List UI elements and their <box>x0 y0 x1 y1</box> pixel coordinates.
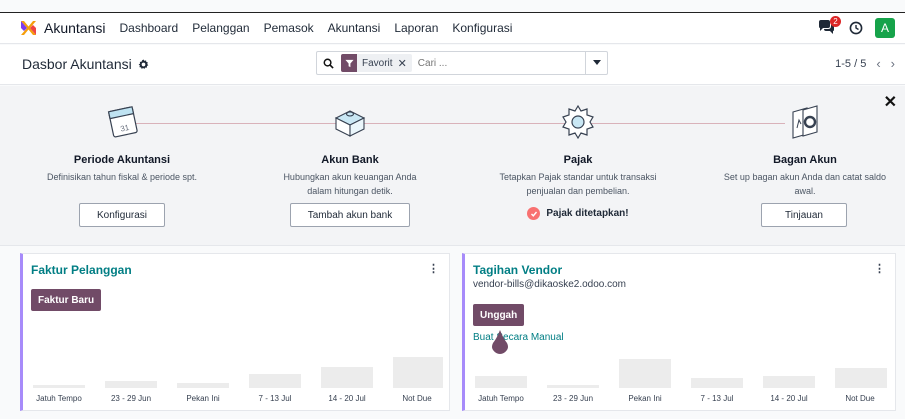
vendor-chart-axis: Jatuh Tempo 23 - 29 Jun Pekan Ini 7 - 13… <box>471 394 887 408</box>
review-coa-button[interactable]: Tinjauan <box>761 203 847 227</box>
customer-chart-axis: Jatuh Tempo 23 - 29 Jun Pekan Ini 7 - 13… <box>29 394 441 408</box>
pager-next-button[interactable]: › <box>891 56 895 71</box>
step-title-bank: Akun Bank <box>321 154 379 166</box>
vendor-bills-chart[interactable] <box>471 350 887 388</box>
journal-title-customer[interactable]: Faktur Pelanggan <box>31 263 132 277</box>
step-title-tax: Pajak <box>563 154 593 166</box>
chart-tick: Jatuh Tempo <box>36 394 82 403</box>
onboarding-connector-line <box>125 123 785 124</box>
chart-bar-week3 <box>249 374 301 388</box>
control-panel: Dasbor Akuntansi Favorit ✕ 1-5 / 5 ‹ › <box>0 45 905 85</box>
chart-bar-week4 <box>763 376 815 388</box>
customer-invoices-chart[interactable] <box>29 350 443 388</box>
tax-done-status: Pajak ditetapkan! <box>478 207 678 220</box>
chart-tick: 23 - 29 Jun <box>552 394 594 403</box>
step-desc-fiscal: Definisikan tahun fiskal & periode spt. <box>46 172 198 182</box>
kebab-menu-icon[interactable]: ⋮ <box>428 262 439 275</box>
gear-icon[interactable] <box>138 58 149 70</box>
menu-dashboard[interactable]: Dashboard <box>119 21 178 35</box>
page-title-wrap: Dasbor Akuntansi <box>22 56 149 72</box>
chart-tick: Pekan Ini <box>628 394 662 403</box>
configure-fiscal-button[interactable]: Konfigurasi <box>79 203 165 227</box>
create-manually-link[interactable]: Buat Secara Manual <box>473 332 564 343</box>
chart-bar-week1 <box>105 381 157 388</box>
facet-remove-icon[interactable]: ✕ <box>398 57 412 70</box>
menu-konfigurasi[interactable]: Konfigurasi <box>452 21 512 35</box>
search-bar: Favorit ✕ <box>316 51 608 75</box>
app-logo-icon[interactable] <box>20 20 36 36</box>
top-navbar: Akuntansi Dashboard Pelanggan Pemasok Ak… <box>0 12 905 44</box>
tax-done-label: Pajak ditetapkan! <box>546 208 629 219</box>
puzzle-icon <box>334 110 366 137</box>
onboarding-panel: ✕ 31 Periode Akuntansi Definisikan tahun… <box>0 86 905 246</box>
document-chart-icon <box>792 105 818 139</box>
pager-value[interactable]: 1-5 / 5 <box>835 58 866 70</box>
chat-badge: 2 <box>830 16 841 27</box>
menu-laporan[interactable]: Laporan <box>394 21 438 35</box>
pager: 1-5 / 5 ‹ › <box>835 56 895 71</box>
chart-tick: 7 - 13 Jul <box>258 394 292 403</box>
facet-label: Favorit <box>362 57 393 69</box>
chart-tick: 7 - 13 Jul <box>700 394 734 403</box>
journal-title-vendor[interactable]: Tagihan Vendor <box>473 263 562 277</box>
new-invoice-button[interactable]: Faktur Baru <box>31 289 102 311</box>
filter-icon <box>341 54 357 72</box>
chart-tick: 14 - 20 Jul <box>770 394 808 403</box>
close-onboarding-icon[interactable]: ✕ <box>884 92 897 112</box>
chart-bar-week4 <box>321 367 373 388</box>
pager-previous-button[interactable]: ‹ <box>876 56 880 71</box>
vendor-bills-email: vendor-bills@dikaoske2.odoo.com <box>473 279 627 290</box>
journal-card-vendor-bills: Tagihan Vendor ⋮ vendor-bills@dikaoske2.… <box>462 253 896 411</box>
chart-bar-overdue <box>33 385 85 388</box>
chart-bar-week3 <box>691 378 743 388</box>
chat-button[interactable]: 2 <box>817 16 841 37</box>
chart-tick: Not Due <box>845 394 875 403</box>
add-bank-account-button[interactable]: Tambah akun bank <box>290 203 410 227</box>
user-avatar[interactable]: A <box>875 18 895 38</box>
chart-tick: 14 - 20 Jul <box>328 394 366 403</box>
check-circle-icon <box>527 207 541 220</box>
menu-pemasok[interactable]: Pemasok <box>264 21 314 35</box>
chart-bar-not-due <box>393 357 443 388</box>
menu-pelanggan[interactable]: Pelanggan <box>192 21 249 35</box>
search-toggle-button[interactable] <box>585 52 607 74</box>
chart-bar-overdue <box>475 376 527 388</box>
chart-tick: Pekan Ini <box>186 394 220 403</box>
step-desc-bank: Hubungkan akun keuangan Anda dalam hitun… <box>283 172 417 196</box>
chart-bar-this-week <box>177 383 229 388</box>
gear-icon <box>562 104 594 140</box>
kebab-menu-icon[interactable]: ⋮ <box>874 262 885 275</box>
chart-bar-this-week <box>619 359 671 388</box>
search-icon[interactable] <box>317 58 339 69</box>
chart-tick: Jatuh Tempo <box>478 394 524 403</box>
step-title-coa: Bagan Akun <box>773 154 837 166</box>
caret-down-icon <box>592 60 601 65</box>
chart-tick: Not Due <box>402 394 432 403</box>
chart-bar-week1 <box>547 385 599 388</box>
step-desc-tax: Tetapkan Pajak standar untuk transaksi p… <box>499 172 657 196</box>
search-facet: Favorit ✕ <box>341 54 412 72</box>
systray: 2 A <box>817 16 895 38</box>
journal-card-customer-invoices: Faktur Pelanggan ⋮ Faktur Baru Jatuh Tem… <box>20 253 450 411</box>
upload-bill-button[interactable]: Unggah <box>473 304 525 326</box>
chart-tick: 23 - 29 Jun <box>110 394 152 403</box>
menu-akuntansi[interactable]: Akuntansi <box>328 21 381 35</box>
page-title: Dasbor Akuntansi <box>22 56 132 72</box>
clock-icon[interactable] <box>849 21 863 35</box>
search-input[interactable] <box>417 57 558 69</box>
chart-bar-not-due <box>835 368 887 388</box>
app-name[interactable]: Akuntansi <box>44 20 105 36</box>
step-desc-coa: Set up bagan akun Anda dan catat saldo a… <box>723 172 887 196</box>
calendar-icon: 31 <box>107 106 138 138</box>
step-title-fiscal: Periode Akuntansi <box>73 154 171 166</box>
